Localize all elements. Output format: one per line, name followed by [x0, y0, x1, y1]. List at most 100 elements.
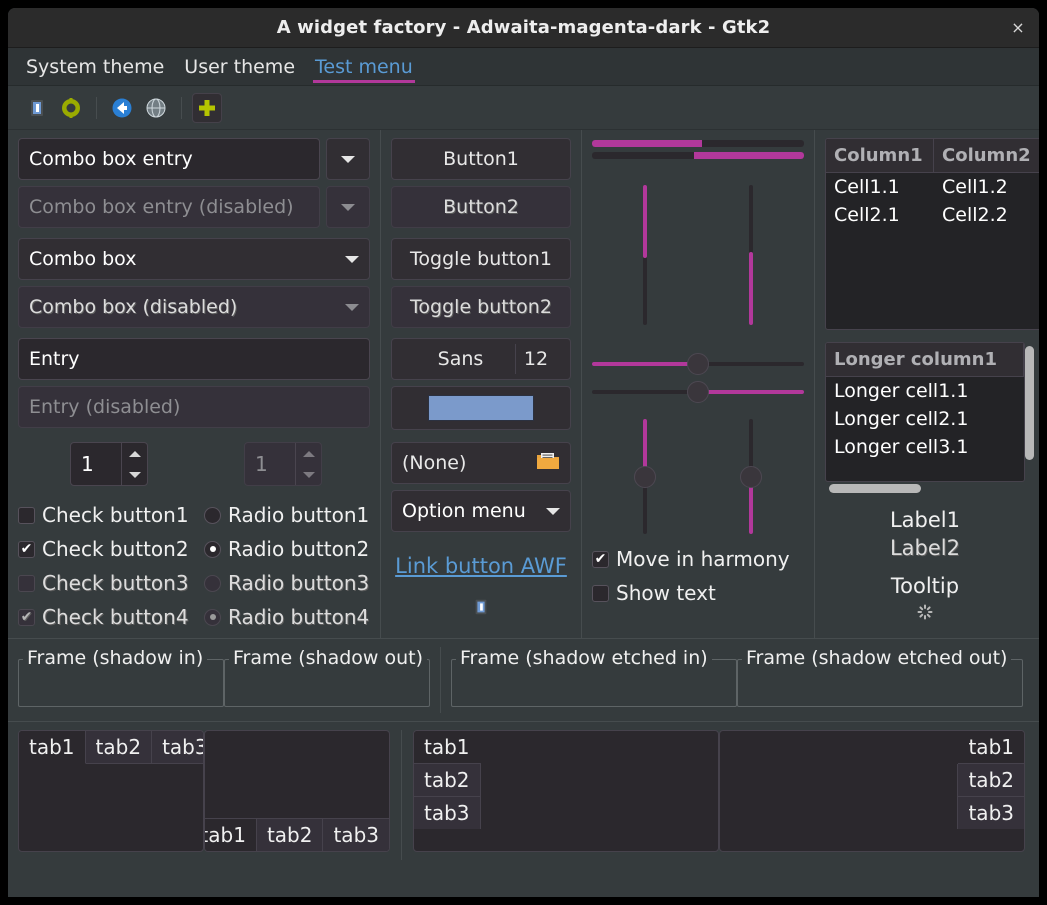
check-button-1-label: Check button1	[42, 503, 189, 527]
table-cell: Cell2.1	[834, 204, 900, 226]
combo-box-entry-disabled-row: Combo box entry (disabled)	[18, 186, 370, 228]
show-text-label: Show text	[616, 581, 716, 605]
tab-3[interactable]: tab3	[957, 797, 1024, 829]
tab-1[interactable]: tab1	[958, 731, 1024, 764]
radio-button-1[interactable]: Radio button1	[204, 498, 370, 532]
add-plus-icon[interactable]	[192, 92, 222, 123]
check-button-3-label: Check button3	[42, 571, 189, 595]
treeview-1-header-column2[interactable]: Column2	[934, 139, 1039, 172]
radio-icon[interactable]	[204, 506, 221, 524]
checkbox-checked-icon[interactable]: ✔	[592, 550, 609, 568]
notebook-left: tab1 tab2 tab3	[413, 730, 719, 852]
chevron-down-icon	[345, 303, 359, 311]
vscale-1[interactable]	[643, 185, 647, 325]
menu-item-user-theme[interactable]: User theme	[174, 48, 305, 85]
vslider-1[interactable]	[634, 419, 656, 534]
vertical-scrollbar[interactable]	[1025, 346, 1034, 460]
horizontal-scrollbar[interactable]	[829, 484, 921, 493]
radio-selected-icon[interactable]	[204, 540, 221, 558]
color-button[interactable]	[391, 386, 571, 430]
tab-1[interactable]: tab1	[414, 731, 481, 764]
go-back-icon[interactable]	[107, 93, 137, 123]
frame-shadow-etched-out: Frame (shadow etched out)	[737, 647, 1023, 707]
quantity-stepper-up[interactable]	[122, 443, 147, 464]
combo-box-entry-disabled-input: Combo box entry (disabled)	[18, 186, 320, 228]
combo-box-entry-input[interactable]: Combo box entry	[18, 138, 320, 180]
tab-2[interactable]: tab2	[414, 764, 481, 797]
tab-3[interactable]: tab3	[414, 797, 481, 829]
menubar: System theme User theme Test menu	[8, 48, 1039, 86]
combo-box-disabled: Combo box (disabled)	[18, 286, 370, 328]
check-button-2-label: Check button2	[42, 537, 189, 561]
move-in-harmony-check[interactable]: ✔ Move in harmony	[592, 542, 804, 576]
list-item[interactable]: Longer cell2.1	[826, 405, 1024, 433]
frame-shadow-etched-in: Frame (shadow etched in)	[451, 647, 737, 707]
tab-1[interactable]: tab1	[19, 731, 86, 764]
check-button-4-label: Check button4	[42, 605, 189, 629]
radio-icon	[204, 574, 221, 592]
file-chooser-button[interactable]: (None)	[391, 442, 571, 484]
table-row[interactable]: Cell2.1 Cell2.2	[826, 201, 1039, 229]
close-icon[interactable]: ×	[1005, 15, 1031, 41]
checkbox-icon[interactable]	[592, 584, 609, 602]
label-2: Label2	[889, 536, 960, 560]
treeview-2[interactable]: Longer column1 Longer cell1.1 Longer cel…	[825, 342, 1025, 482]
quantity-stepper-value[interactable]: 1	[71, 443, 121, 485]
check-radio-grid: Check button1 ✔ Check button2 Check butto…	[18, 498, 370, 634]
tab-2[interactable]: tab2	[85, 731, 153, 764]
check-button-1[interactable]: Check button1	[18, 498, 204, 532]
tab-2[interactable]: tab2	[957, 764, 1024, 797]
color-swatch	[428, 395, 534, 421]
check-button-3: Check button3	[18, 566, 204, 600]
checkbox-checked-icon[interactable]: ✔	[18, 540, 35, 558]
menu-item-test-menu[interactable]: Test menu	[305, 48, 423, 85]
spinner-row: 1 1	[18, 442, 370, 486]
treeview-1-header-column1[interactable]: Column1	[826, 139, 934, 172]
frames-row: Frame (shadow in) Frame (shadow out) Fra…	[8, 639, 1039, 721]
chevron-down-icon	[546, 507, 560, 515]
combo-box-entry-disabled-arrow	[326, 186, 370, 228]
toggle-button-1[interactable]: Toggle button1	[391, 238, 571, 280]
notebook-bottom: tab1 tab2 tab3	[204, 730, 390, 852]
tab-2[interactable]: tab2	[256, 818, 324, 851]
combo-box-entry-arrow[interactable]	[326, 138, 370, 180]
tab-3[interactable]: tab3	[323, 818, 389, 851]
button-1[interactable]: Button1	[391, 138, 571, 180]
entry-input[interactable]: Entry	[18, 338, 370, 380]
list-item[interactable]: Longer cell1.1	[826, 377, 1024, 405]
quantity-stepper[interactable]: 1	[70, 442, 148, 486]
tab-3[interactable]: tab3	[152, 731, 203, 764]
tooltip-label[interactable]: Tooltip	[825, 574, 1025, 598]
vslider-2[interactable]	[740, 419, 762, 534]
toolbar	[8, 86, 1039, 130]
quantity-stepper-down[interactable]	[122, 464, 147, 485]
show-text-check[interactable]: Show text	[592, 576, 804, 610]
checkbox-icon[interactable]	[18, 506, 35, 524]
list-item[interactable]: Longer cell3.1	[826, 433, 1024, 461]
quantity-stepper-disabled-up	[296, 443, 321, 464]
vertical-sliders	[592, 419, 804, 534]
menu-item-system-theme[interactable]: System theme	[16, 48, 174, 85]
column-inputs: Combo box entry Combo box entry (disable…	[8, 130, 380, 638]
document-icon[interactable]	[391, 598, 571, 620]
widget-columns: Combo box entry Combo box entry (disable…	[8, 130, 1039, 638]
hslider-2[interactable]	[592, 381, 804, 403]
radio-button-2[interactable]: Radio button2	[204, 532, 370, 566]
link-button[interactable]: Link button AWF	[395, 554, 567, 578]
tab-1[interactable]: tab1	[205, 818, 257, 851]
option-menu[interactable]: Option menu	[391, 490, 571, 532]
globe-icon[interactable]	[141, 93, 171, 123]
vertical-scales-top	[592, 185, 804, 325]
font-button[interactable]: Sans 12	[391, 338, 571, 380]
table-cell: Cell1.1	[834, 176, 900, 198]
new-document-icon[interactable]	[22, 93, 52, 123]
treeview-1[interactable]: Column1 Column2 Cell1.1 Cell1.2 Cell2.1 …	[825, 138, 1039, 330]
hslider-1[interactable]	[592, 353, 804, 375]
combo-box[interactable]: Combo box	[18, 238, 370, 280]
check-button-2[interactable]: ✔ Check button2	[18, 532, 204, 566]
vscale-2[interactable]	[749, 185, 753, 325]
table-row[interactable]: Cell1.1 Cell1.2	[826, 173, 1039, 201]
chevron-down-icon	[345, 255, 359, 263]
refresh-icon[interactable]	[56, 93, 86, 123]
treeview-2-header[interactable]: Longer column1	[826, 343, 1024, 376]
